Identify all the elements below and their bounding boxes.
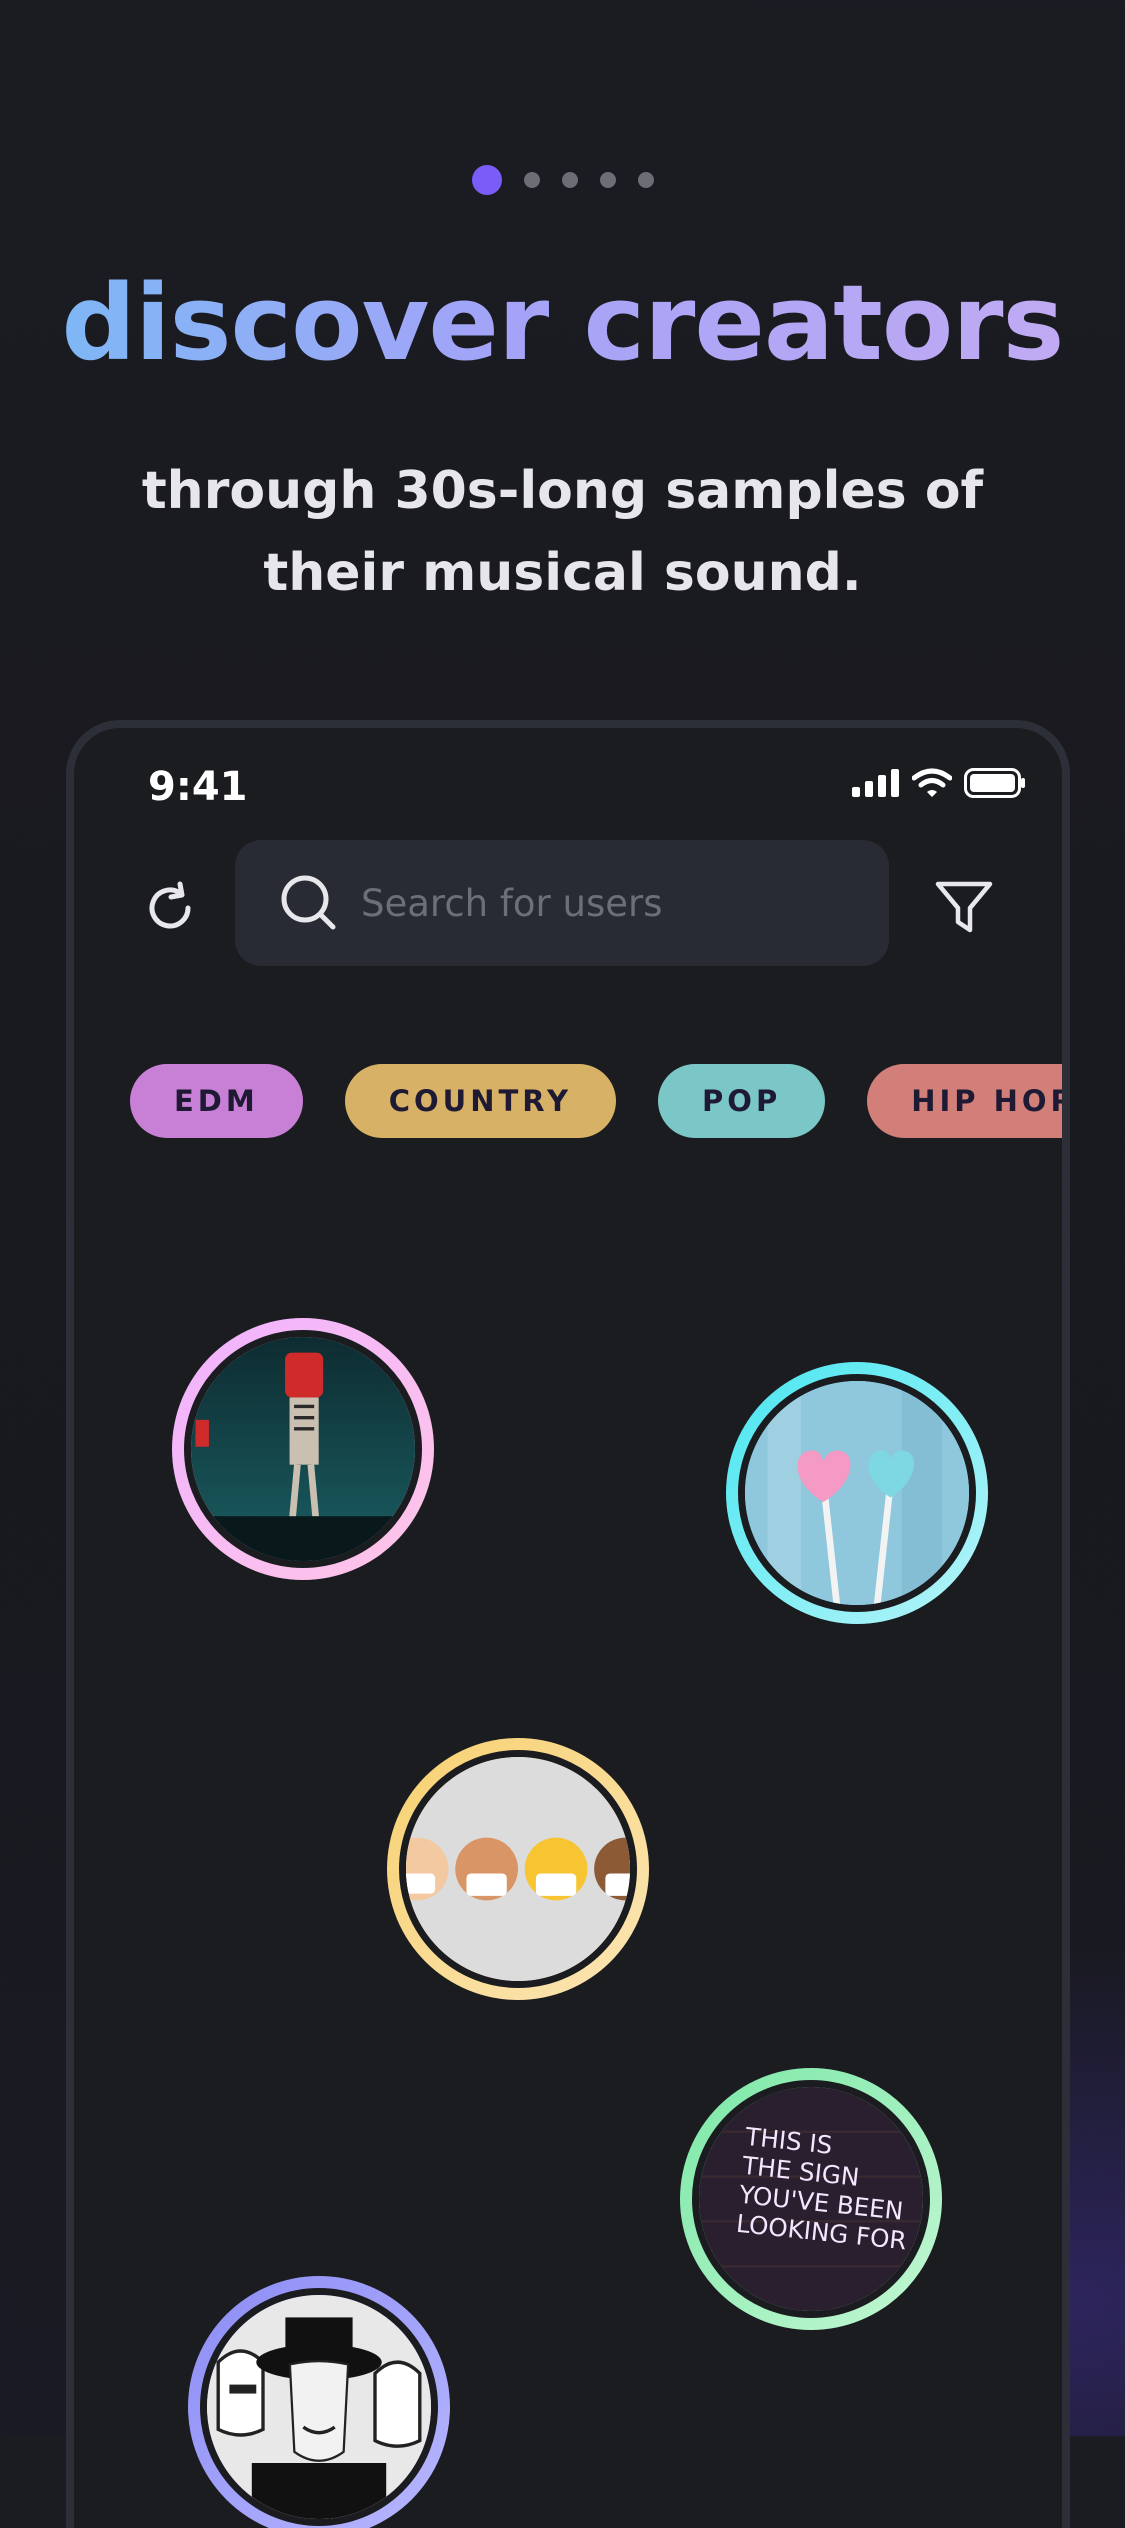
refresh-icon xyxy=(149,881,191,929)
filter-button[interactable] xyxy=(932,876,996,940)
onboarding-headline: discover creators xyxy=(0,262,1125,384)
pagination-dot-5[interactable] xyxy=(637,172,654,188)
creator-avatar-masked-figures[interactable] xyxy=(188,2276,450,2528)
wifi-icon xyxy=(912,768,952,797)
creator-avatar-skeleton[interactable] xyxy=(172,1318,434,1580)
genre-chip-country[interactable]: COUNTRY xyxy=(344,1064,617,1138)
pagination-dot-1[interactable] xyxy=(471,165,502,195)
creator-avatar-masks[interactable] xyxy=(387,1738,649,2000)
pagination-dot-4[interactable] xyxy=(599,172,616,188)
status-icons xyxy=(852,768,1026,798)
masks-photo xyxy=(406,1757,630,1981)
phone-mockup: 9:41 Search for users EDM COUNTRY POP HI… xyxy=(66,720,1070,2528)
pagination-dot-3[interactable] xyxy=(561,172,578,188)
filter-icon xyxy=(935,881,993,933)
masked-figures-photo xyxy=(207,2295,431,2519)
refresh-button[interactable] xyxy=(140,878,200,938)
skeleton-photo xyxy=(191,1337,415,1561)
status-time: 9:41 xyxy=(148,764,248,810)
creator-avatar-neon-sign[interactable]: THIS IS THE SIGN YOU'VE BEEN LOOKING FOR xyxy=(680,2068,942,2330)
genre-chips: EDMCOUNTRYPOPHIP HOPR xyxy=(130,1064,1062,1138)
creator-avatar-lollipops[interactable] xyxy=(726,1362,988,1624)
genre-chip-pop[interactable]: POP xyxy=(658,1064,826,1138)
search-input[interactable]: Search for users xyxy=(235,840,889,966)
genre-chip-edm[interactable]: EDM xyxy=(130,1064,303,1138)
pagination-dots xyxy=(0,165,1125,195)
search-placeholder: Search for users xyxy=(361,881,663,925)
search-icon xyxy=(279,873,339,933)
pagination-dot-2[interactable] xyxy=(523,172,540,188)
signal-icon xyxy=(852,769,899,797)
genre-chip-hip-hop[interactable]: HIP HOP xyxy=(867,1064,1062,1138)
lollipops-photo xyxy=(745,1381,969,1605)
battery-icon xyxy=(964,768,1025,798)
neon-sign-photo: THIS IS THE SIGN YOU'VE BEEN LOOKING FOR xyxy=(699,2087,923,2311)
onboarding-subhead: through 30s-long samples of their musica… xyxy=(141,461,984,603)
